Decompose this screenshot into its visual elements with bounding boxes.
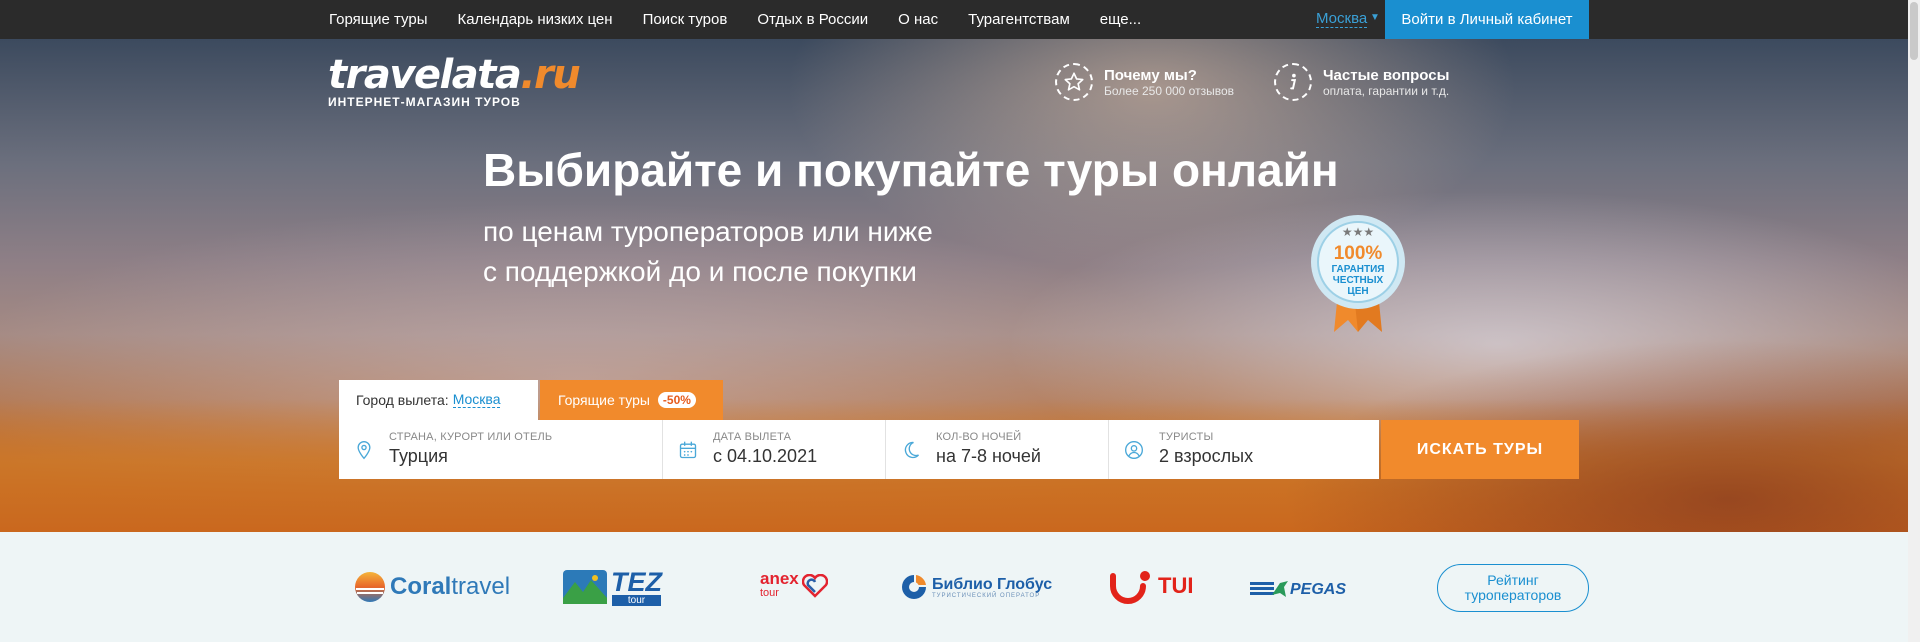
tez-text: TEZ xyxy=(611,566,662,597)
top-nav-links: Горящие туры Календарь низких цен Поиск … xyxy=(329,0,1171,39)
tour-search-form: СТРАНА, КУРОРТ ИЛИ ОТЕЛЬ Турция ДАТА ВЫЛ… xyxy=(339,420,1379,479)
nights-label: КОЛ-ВО НОЧЕЙ xyxy=(936,431,1022,443)
scrollbar-thumb[interactable] xyxy=(1910,2,1918,60)
faq-subtitle: оплата, гарантии и т.д. xyxy=(1323,83,1450,98)
tui-logo[interactable]: TUI xyxy=(1110,566,1193,606)
user-icon xyxy=(1125,441,1143,459)
tourists-value: 2 взрослых xyxy=(1159,446,1254,466)
why-us-subtitle: Более 250 000 отзывов xyxy=(1104,83,1235,98)
logo-word: travelata xyxy=(328,52,522,98)
badge-line-3: ЦЕН xyxy=(1347,286,1368,297)
coral-sun-icon xyxy=(355,572,385,602)
heart-icon xyxy=(801,574,828,598)
pegasus-icon xyxy=(1250,581,1288,597)
anex-sub-text: tour xyxy=(760,587,779,599)
city-selector[interactable]: Москва xyxy=(1316,11,1368,28)
tez-mountain-icon xyxy=(563,570,607,604)
guarantee-badge: ★★★ 100% ГАРАНТИЯ ЧЕСТНЫХ ЦЕН xyxy=(1311,215,1405,332)
caret-down-icon[interactable]: ▼ xyxy=(1370,12,1380,23)
svg-text:★★★: ★★★ xyxy=(1342,225,1374,239)
departure-date-value: с 04.10.2021 xyxy=(713,446,818,466)
badge-percent: 100% xyxy=(1334,243,1383,264)
destination-value: Турция xyxy=(389,446,448,466)
why-us-title: Почему мы? xyxy=(1104,66,1197,84)
departure-date-field[interactable]: ДАТА ВЫЛЕТА с 04.10.2021 xyxy=(663,420,886,479)
tui-text: TUI xyxy=(1158,573,1194,598)
badge-line-1: ГАРАНТИЯ xyxy=(1332,264,1385,275)
nav-link-russia[interactable]: Отдых в России xyxy=(757,11,868,28)
biblio-globus-logo[interactable]: Библио Глобус ТУРИСТИЧЕСКИЙ ОПЕРАТОР xyxy=(900,567,1052,607)
star-icon xyxy=(1055,63,1093,101)
hot-tours-tab-label: Горящие туры xyxy=(558,392,650,408)
faq-title: Частые вопросы xyxy=(1323,66,1450,84)
pegas-logo[interactable]: PEGAS xyxy=(1250,570,1346,610)
biblio-text: Библио Глобус xyxy=(932,575,1053,593)
badge-line-2: ЧЕСТНЫХ xyxy=(1333,275,1384,286)
nav-link-tour-search[interactable]: Поиск туров xyxy=(643,11,728,28)
map-pin-icon xyxy=(357,440,371,460)
departure-city-value[interactable]: Москва xyxy=(452,392,501,408)
page-scrollbar[interactable] xyxy=(1908,0,1920,642)
nights-field[interactable]: КОЛ-ВО НОЧЕЙ на 7-8 ночей xyxy=(886,420,1109,479)
tez-tour-logo[interactable]: TEZ tour xyxy=(563,567,662,607)
moon-icon xyxy=(904,441,919,459)
tui-smile-icon xyxy=(1110,571,1150,604)
tez-sub-text: tour xyxy=(611,594,662,606)
nav-link-hot-tours[interactable]: Горящие туры xyxy=(329,11,427,28)
destination-label: СТРАНА, КУРОРТ ИЛИ ОТЕЛЬ xyxy=(389,431,553,443)
hero-subheadline-1: по ценам туроператоров или ниже xyxy=(483,216,933,247)
logo-wordmark: travelata.ru xyxy=(328,52,581,98)
faq-link[interactable]: Частые вопросы оплата, гарантии и т.д. xyxy=(1274,63,1449,101)
rating-button-line-1: Рейтинг xyxy=(1487,572,1539,588)
coral-travel-logo[interactable]: Coral travel xyxy=(354,567,510,607)
nav-link-more[interactable]: еще... xyxy=(1100,11,1141,28)
rating-button-line-2: туроператоров xyxy=(1464,587,1562,603)
top-nav: Горящие туры Календарь низких цен Поиск … xyxy=(0,0,1920,39)
departure-date-label: ДАТА ВЫЛЕТА xyxy=(713,431,792,443)
coral-text-b: travel xyxy=(451,573,511,600)
why-us-link[interactable]: Почему мы? Более 250 000 отзывов xyxy=(1055,63,1234,101)
search-tours-button[interactable]: ИСКАТЬ ТУРЫ xyxy=(1381,420,1579,479)
departure-city-label: Город вылета: xyxy=(356,392,449,408)
calendar-icon xyxy=(679,441,697,459)
nav-link-low-price-calendar[interactable]: Календарь низких цен xyxy=(457,11,612,28)
hero-headline: Выбирайте и покупайте туры онлайн xyxy=(483,144,1339,196)
hot-tours-tab[interactable]: Горящие туры -50% xyxy=(540,380,723,420)
coral-text-a: Coral xyxy=(390,573,452,600)
nav-link-agencies[interactable]: Турагентствам xyxy=(968,11,1070,28)
logo-domain: .ru xyxy=(520,52,580,98)
nights-value: на 7-8 ночей xyxy=(936,446,1041,466)
departure-city-tab[interactable]: Город вылета: Москва xyxy=(339,380,538,420)
hero-subheadline-2: с поддержкой до и после покупки xyxy=(483,256,917,287)
tourists-label: ТУРИСТЫ xyxy=(1159,431,1214,443)
globe-icon xyxy=(902,575,926,599)
info-icon xyxy=(1274,63,1312,101)
tourists-field[interactable]: ТУРИСТЫ 2 взрослых xyxy=(1109,420,1379,479)
discount-badge: -50% xyxy=(657,392,696,408)
destination-field[interactable]: СТРАНА, КУРОРТ ИЛИ ОТЕЛЬ Турция xyxy=(339,420,663,479)
biblio-sub-text: ТУРИСТИЧЕСКИЙ ОПЕРАТОР xyxy=(932,592,1041,599)
anex-tour-logo[interactable]: anex tour xyxy=(760,566,828,606)
operators-rating-button[interactable]: Рейтинг туроператоров xyxy=(1437,564,1589,612)
pegas-text: PEGAS xyxy=(1290,581,1347,598)
nav-link-about[interactable]: О нас xyxy=(898,11,938,28)
site-logo[interactable]: travelata.ru ИНТЕРНЕТ-МАГАЗИН ТУРОВ xyxy=(328,52,581,109)
anex-text: anex xyxy=(760,569,799,588)
login-button[interactable]: Войти в Личный кабинет xyxy=(1385,0,1589,39)
